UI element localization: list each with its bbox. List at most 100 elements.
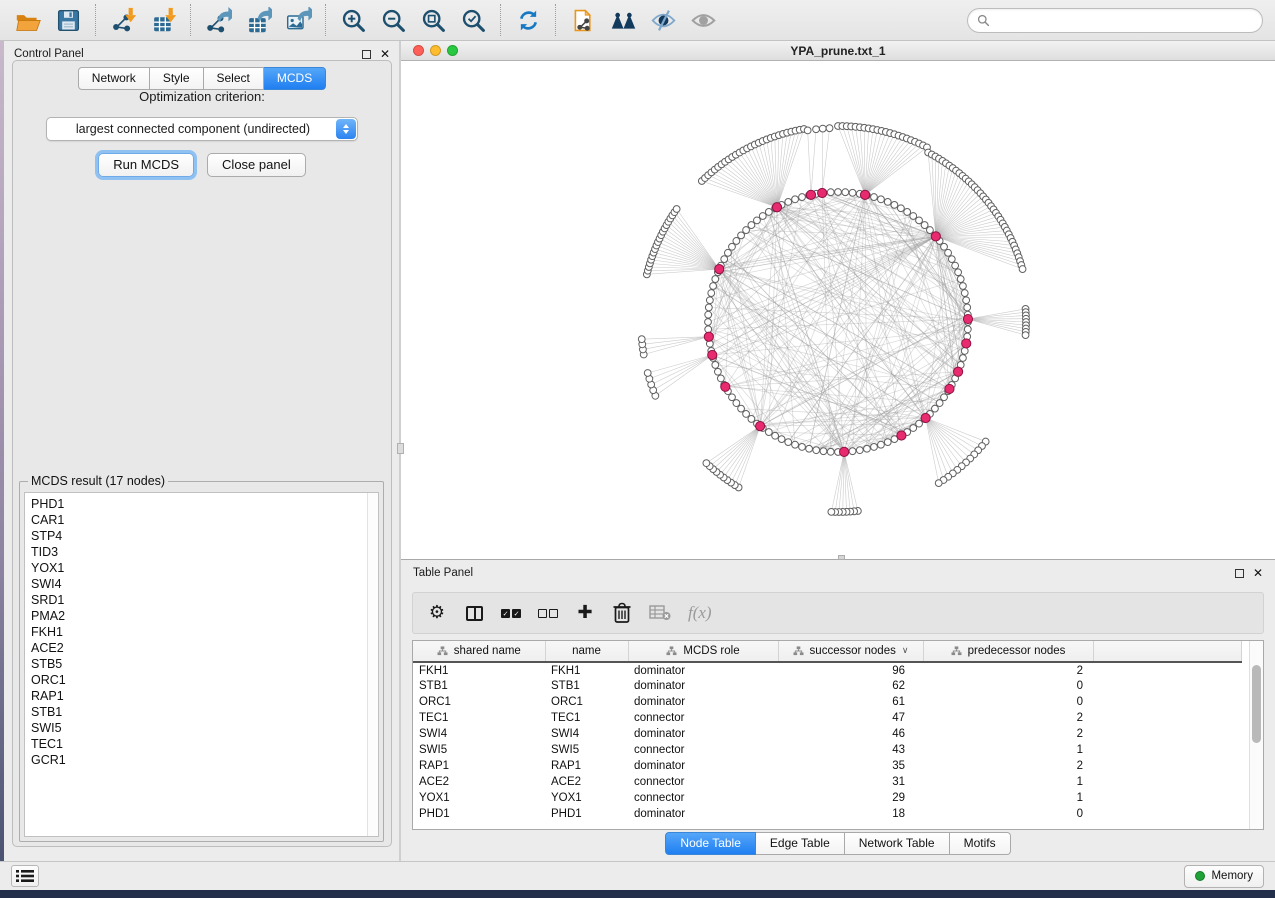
table-cell: connector — [628, 774, 778, 790]
select-all-columns-button[interactable]: ✓✓ — [501, 601, 521, 625]
tab-select[interactable]: Select — [204, 67, 264, 90]
mcds-result-item[interactable]: RAP1 — [31, 688, 378, 704]
mcds-result-item[interactable]: ORC1 — [31, 672, 378, 688]
table-tab-motifs[interactable]: Motifs — [950, 832, 1011, 855]
criterion-dropdown[interactable]: largest connected component (undirected) — [46, 117, 358, 141]
tab-network[interactable]: Network — [78, 67, 150, 90]
toggle-columns-button[interactable] — [464, 601, 484, 625]
deselect-all-columns-button[interactable] — [538, 601, 558, 625]
column-header-shared-name[interactable]: shared name — [413, 641, 545, 662]
memory-status-dot — [1195, 871, 1205, 881]
mcds-result-item[interactable]: STP4 — [31, 528, 378, 544]
import-table-icon — [150, 7, 177, 34]
table-row[interactable]: ORC1ORC1dominator610 — [413, 694, 1241, 710]
table-row[interactable]: YOX1YOX1connector291 — [413, 790, 1241, 806]
mcds-result-item[interactable]: PMA2 — [31, 608, 378, 624]
task-history-button[interactable] — [11, 865, 39, 887]
close-panel-button[interactable]: Close panel — [207, 153, 306, 177]
mcds-result-item[interactable]: FKH1 — [31, 624, 378, 640]
table-row[interactable]: PHD1PHD1dominator180 — [413, 806, 1241, 822]
hide-selected-button[interactable] — [643, 3, 683, 37]
table-cell: 1 — [923, 774, 1093, 790]
mcds-result-item[interactable]: STB1 — [31, 704, 378, 720]
column-header-predecessor-nodes[interactable]: predecessor nodes — [923, 641, 1093, 662]
mcds-result-item[interactable]: CAR1 — [31, 512, 378, 528]
network-window: YPA_prune.txt_1 — [401, 41, 1275, 560]
find-neighbors-button[interactable] — [603, 3, 643, 37]
run-mcds-button[interactable]: Run MCDS — [98, 153, 194, 177]
table-tab-network-table[interactable]: Network Table — [845, 832, 950, 855]
delete-table-button[interactable] — [649, 601, 671, 625]
maximize-window-icon[interactable] — [447, 45, 458, 56]
mcds-result-item[interactable]: TID3 — [31, 544, 378, 560]
table-row[interactable]: RAP1RAP1dominator352 — [413, 758, 1241, 774]
export-network-button[interactable] — [198, 3, 238, 37]
memory-button[interactable]: Memory — [1184, 865, 1264, 888]
add-column-button[interactable]: ✚ — [575, 601, 595, 625]
column-header-name[interactable]: name — [545, 641, 628, 662]
mcds-result-item[interactable]: TEC1 — [31, 736, 378, 752]
table-row[interactable]: SWI5SWI5connector431 — [413, 742, 1241, 758]
table-scrollbar-thumb[interactable] — [1252, 665, 1261, 743]
table-row[interactable]: STB1STB1dominator620 — [413, 678, 1241, 694]
table-cell: 96 — [778, 662, 923, 678]
table-row[interactable]: ACE2ACE2connector311 — [413, 774, 1241, 790]
clone-network-button[interactable] — [563, 3, 603, 37]
refresh-button[interactable] — [508, 3, 548, 37]
mcds-result-item[interactable]: ACE2 — [31, 640, 378, 656]
save-session-button[interactable] — [48, 3, 88, 37]
vertical-splitter-grip[interactable] — [397, 443, 404, 454]
show-all-button[interactable] — [683, 3, 723, 37]
column-header-filler[interactable] — [1093, 641, 1241, 662]
zoom-fit-button[interactable] — [413, 3, 453, 37]
mcds-result-list[interactable]: PHD1CAR1STP4TID3YOX1SWI4SRD1PMA2FKH1ACE2… — [24, 492, 379, 837]
table-cell: RAP1 — [545, 758, 628, 774]
open-file-button[interactable] — [8, 3, 48, 37]
import-table-button[interactable] — [143, 3, 183, 37]
column-header-MCDS-role[interactable]: MCDS role — [628, 641, 778, 662]
float-panel-icon[interactable] — [362, 50, 371, 59]
table-row[interactable]: TEC1TEC1connector472 — [413, 710, 1241, 726]
zoom-selected-button[interactable] — [453, 3, 493, 37]
table-cell-empty — [1093, 678, 1241, 694]
table-tab-edge-table[interactable]: Edge Table — [756, 832, 845, 855]
minimize-window-icon[interactable] — [430, 45, 441, 56]
export-table-button[interactable] — [238, 3, 278, 37]
window-traffic-lights — [413, 45, 458, 56]
table-tab-node-table[interactable]: Node Table — [665, 832, 756, 855]
mcds-result-item[interactable]: YOX1 — [31, 560, 378, 576]
float-table-panel-icon[interactable] — [1235, 569, 1244, 578]
zoom-in-button[interactable] — [333, 3, 373, 37]
zoom-out-button[interactable] — [373, 3, 413, 37]
table-cell: 2 — [923, 710, 1093, 726]
tab-style[interactable]: Style — [150, 67, 204, 90]
table-scrollbar-track[interactable] — [1249, 641, 1263, 829]
main-area: Control Panel ✕ NetworkStyleSelectMCDS O… — [0, 41, 1275, 861]
mcds-result-title: MCDS result (17 nodes) — [28, 474, 168, 488]
mcds-result-item[interactable]: PHD1 — [31, 496, 378, 512]
mcds-result-item[interactable]: SWI4 — [31, 576, 378, 592]
mcds-result-item[interactable]: STB5 — [31, 656, 378, 672]
delete-column-button[interactable] — [612, 601, 632, 625]
close-table-panel-icon[interactable]: ✕ — [1253, 567, 1263, 579]
column-type-icon — [666, 646, 677, 656]
search-input[interactable] — [996, 13, 1253, 27]
zoom-fit-icon — [420, 7, 447, 34]
export-image-button[interactable] — [278, 3, 318, 37]
result-list-scrollbar[interactable] — [367, 493, 378, 836]
list-icon — [16, 869, 34, 883]
tab-mcds[interactable]: MCDS — [264, 67, 326, 90]
close-window-icon[interactable] — [413, 45, 424, 56]
mcds-result-item[interactable]: SRD1 — [31, 592, 378, 608]
table-settings-button[interactable]: ⚙ — [427, 601, 447, 625]
table-row[interactable]: FKH1FKH1dominator962 — [413, 662, 1241, 678]
column-header-successor-nodes[interactable]: successor nodes∨ — [778, 641, 923, 662]
close-panel-icon[interactable]: ✕ — [380, 48, 390, 60]
mcds-result-item[interactable]: SWI5 — [31, 720, 378, 736]
import-network-button[interactable] — [103, 3, 143, 37]
network-canvas[interactable] — [401, 61, 1271, 559]
table-row[interactable]: SWI4SWI4dominator462 — [413, 726, 1241, 742]
function-builder-button[interactable]: f(x) — [688, 601, 712, 625]
network-titlebar[interactable]: YPA_prune.txt_1 — [401, 41, 1275, 61]
mcds-result-item[interactable]: GCR1 — [31, 752, 378, 768]
